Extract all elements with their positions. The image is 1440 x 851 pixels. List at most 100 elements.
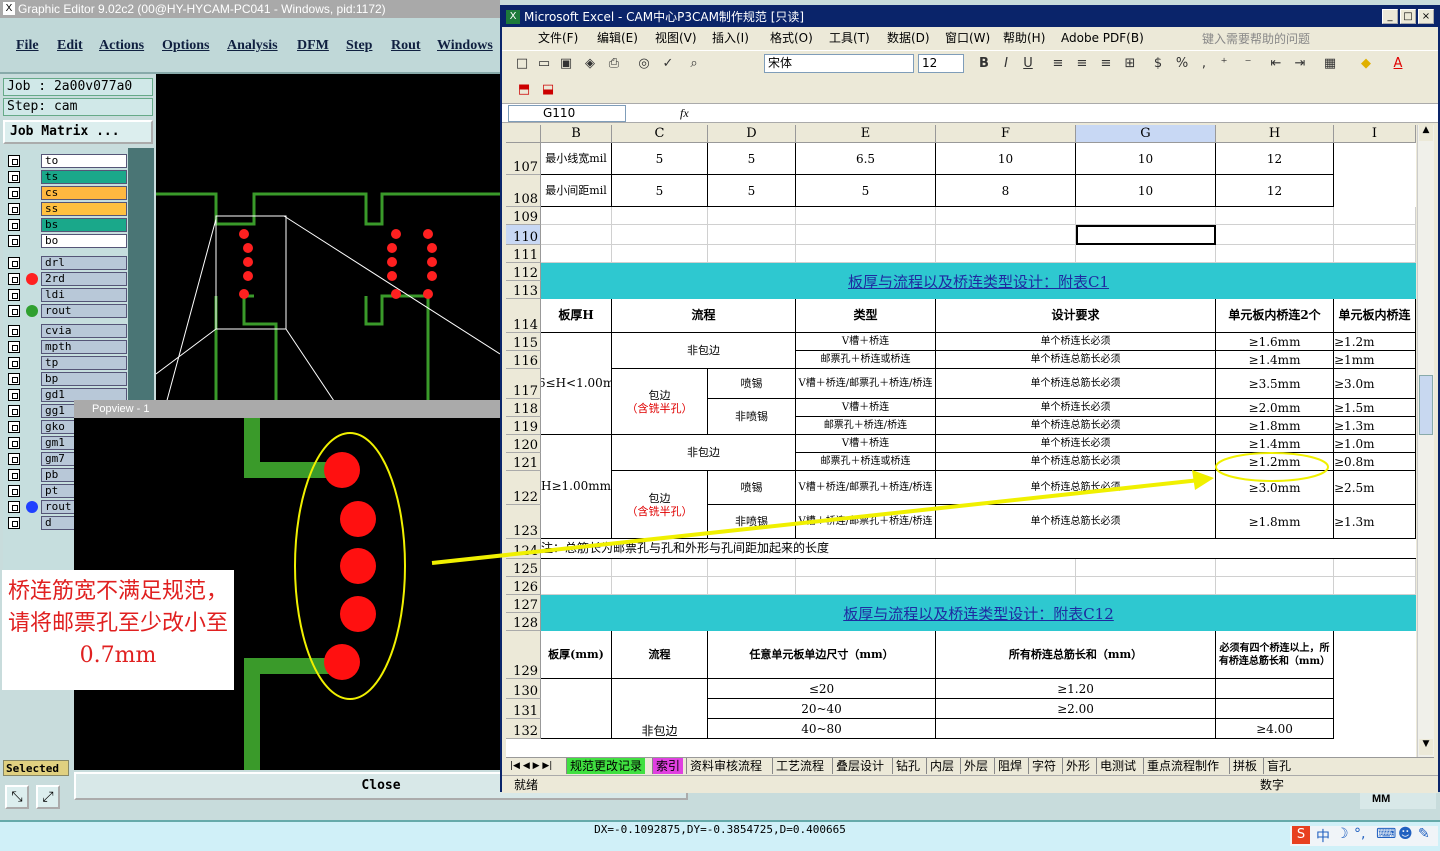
layer-checkbox[interactable]	[8, 357, 20, 369]
layer-checkbox[interactable]	[8, 219, 20, 231]
scroll-down-icon[interactable]: ▼	[1419, 739, 1433, 755]
layer-checkbox[interactable]	[8, 341, 20, 353]
layer-row[interactable]: mpth	[7, 340, 127, 354]
help-search-input[interactable]: 键入需要帮助的问题	[1202, 28, 1310, 50]
vertical-scrollbar[interactable]: ▲ ▼	[1417, 125, 1434, 757]
menu-options[interactable]: Options	[162, 38, 209, 54]
layer-row[interactable]: drl	[7, 256, 127, 270]
align-left-icon[interactable]: ≡	[1050, 56, 1066, 72]
user-icon[interactable]: ☻	[1398, 826, 1413, 842]
sheet-tab[interactable]: 盲孔	[1263, 758, 1294, 774]
sheet-tab[interactable]: 叠层设计	[832, 758, 887, 774]
print-icon[interactable]: ⎙	[606, 56, 622, 72]
spelling-icon[interactable]: ✓	[660, 56, 676, 72]
menu-help[interactable]: 帮助(H)	[1003, 27, 1045, 49]
sheet-tab[interactable]: 重点流程制作	[1143, 758, 1222, 774]
new-icon[interactable]: □	[514, 56, 530, 72]
menu-analysis[interactable]: Analysis	[227, 38, 278, 54]
permission-icon[interactable]: ◈	[582, 56, 598, 72]
close-icon[interactable]: ×	[1418, 9, 1434, 24]
align-center-icon[interactable]: ≡	[1074, 56, 1090, 72]
font-color-icon[interactable]: A	[1390, 56, 1406, 72]
fx-icon[interactable]: fx	[680, 104, 689, 123]
menu-edit[interactable]: 编辑(E)	[597, 27, 638, 49]
underline-icon[interactable]: U	[1020, 56, 1036, 72]
layer-checkbox[interactable]	[8, 437, 20, 449]
sheet-nav-icon[interactable]: |◀ ◀ ▶ ▶|	[510, 758, 552, 774]
menu-view[interactable]: 视图(V)	[655, 27, 697, 49]
open-icon[interactable]: ▭	[536, 56, 552, 72]
sheet-tab[interactable]: 索引	[652, 758, 684, 774]
indent-icon[interactable]: ⇥	[1292, 56, 1308, 72]
layer-checkbox[interactable]	[8, 273, 20, 285]
layer-checkbox[interactable]	[8, 469, 20, 481]
layer-checkbox[interactable]	[8, 405, 20, 417]
menu-actions[interactable]: Actions	[99, 38, 144, 54]
layer-checkbox[interactable]	[8, 203, 20, 215]
sheet-tab[interactable]: 外层	[960, 758, 991, 774]
menu-edit[interactable]: Edit	[57, 38, 83, 54]
menu-format[interactable]: 格式(O)	[770, 27, 813, 49]
save-icon[interactable]: ▣	[558, 56, 574, 72]
percent-icon[interactable]: %	[1174, 56, 1190, 72]
sheet-tab[interactable]: 阻焊	[994, 758, 1025, 774]
font-name-select[interactable]: 宋体	[764, 54, 914, 73]
menu-insert[interactable]: 插入(I)	[712, 27, 749, 49]
keyboard-icon[interactable]: ⌨	[1376, 826, 1396, 842]
layer-row[interactable]: bp	[7, 372, 127, 386]
menu-file[interactable]: File	[16, 38, 39, 54]
layer-row[interactable]: to	[7, 154, 127, 168]
layer-checkbox[interactable]	[8, 373, 20, 385]
layer-checkbox[interactable]	[8, 289, 20, 301]
layer-checkbox[interactable]	[8, 187, 20, 199]
layer-checkbox[interactable]	[8, 485, 20, 497]
sheet-tab[interactable]: 规范更改记录	[566, 758, 646, 774]
layer-checkbox[interactable]	[8, 453, 20, 465]
layer-row[interactable]: ldi	[7, 288, 127, 302]
layer-row[interactable]: bs	[7, 218, 127, 232]
layer-row[interactable]: rout	[7, 304, 127, 318]
wrench-icon[interactable]: ✎	[1418, 826, 1430, 842]
borders-icon[interactable]: ▦	[1322, 56, 1338, 72]
graphic-canvas[interactable]	[156, 74, 500, 404]
layer-row[interactable]: tp	[7, 356, 127, 370]
bold-icon[interactable]: B	[976, 56, 992, 72]
sheet-tab[interactable]: 电测试	[1096, 758, 1139, 774]
italic-icon[interactable]: I	[998, 56, 1014, 72]
merge-icon[interactable]: ⊞	[1122, 56, 1138, 72]
name-box[interactable]: G110	[508, 105, 626, 122]
decrease-decimal-icon[interactable]: ⁻	[1240, 56, 1256, 72]
pdf-email-icon[interactable]: ⬓	[540, 82, 556, 98]
pdf-convert-icon[interactable]: ⬒	[516, 82, 532, 98]
menu-rout[interactable]: Rout	[391, 38, 421, 54]
menu-windows[interactable]: Windows	[437, 38, 493, 54]
layer-checkbox[interactable]	[8, 325, 20, 337]
currency-icon[interactable]: $	[1150, 56, 1166, 72]
menu-window[interactable]: 窗口(W)	[945, 27, 990, 49]
layer-row[interactable]: ss	[7, 202, 127, 216]
layer-checkbox[interactable]	[8, 421, 20, 433]
layer-checkbox[interactable]	[8, 501, 20, 513]
scroll-thumb[interactable]	[1419, 375, 1433, 435]
zoom-fit-icon[interactable]: ⤡	[5, 785, 29, 809]
punctuation-icon[interactable]: °,	[1354, 826, 1365, 842]
layer-checkbox[interactable]	[8, 171, 20, 183]
sheet-tab[interactable]: 资料审核流程	[686, 758, 765, 774]
menu-data[interactable]: 数据(D)	[887, 27, 930, 49]
sheet-tab[interactable]: 外形	[1062, 758, 1093, 774]
align-right-icon[interactable]: ≡	[1098, 56, 1114, 72]
layer-checkbox[interactable]	[8, 517, 20, 529]
sheet-tab[interactable]: 内层	[926, 758, 957, 774]
menu-tools[interactable]: 工具(T)	[829, 27, 870, 49]
layer-checkbox[interactable]	[8, 155, 20, 167]
job-matrix-button[interactable]: Job Matrix ...	[3, 120, 153, 144]
layer-row[interactable]: cs	[7, 186, 127, 200]
menu-step[interactable]: Step	[346, 38, 372, 54]
chinese-ime-icon[interactable]: 中	[1316, 826, 1330, 846]
comma-icon[interactable]: ,	[1196, 56, 1212, 72]
research-icon[interactable]: ⌕	[686, 56, 702, 72]
layer-row[interactable]: 2rd	[7, 272, 127, 286]
font-size-select[interactable]: 12	[918, 54, 964, 73]
increase-decimal-icon[interactable]: ⁺	[1216, 56, 1232, 72]
ime-logo-icon[interactable]: S	[1292, 826, 1310, 844]
